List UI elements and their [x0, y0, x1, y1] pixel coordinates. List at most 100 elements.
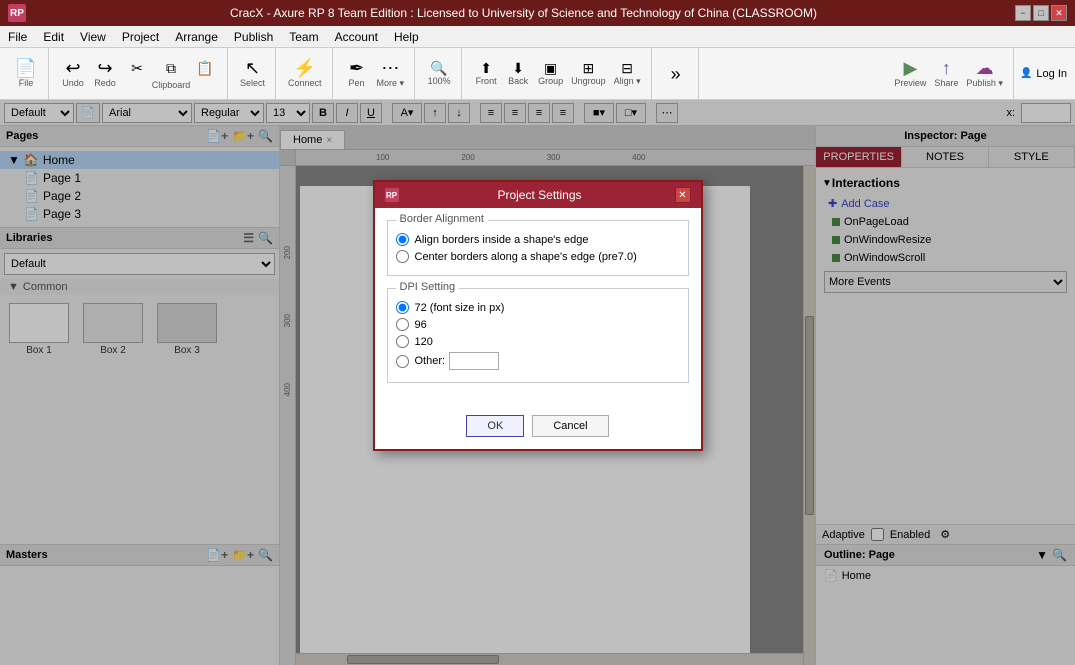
align-label: Align ▾ — [614, 76, 641, 87]
pen-group: ✒ Pen ⋯ More ▾ — [335, 48, 416, 99]
modal-overlay: RP Project Settings ✕ Border Alignment A… — [0, 100, 1075, 665]
connect-button[interactable]: ⚡ Connect — [284, 57, 326, 90]
border-radio-row-2: Center borders along a shape's edge (pre… — [396, 250, 680, 263]
dpi-section: DPI Setting 72 (font size in px) 96 120 — [387, 288, 689, 383]
dpi-other-label: Other: — [415, 355, 446, 367]
file-group: 📄 File — [4, 48, 49, 99]
minimize-button[interactable]: − — [1015, 5, 1031, 21]
share-button[interactable]: ↑ Share — [930, 57, 962, 90]
redo-label: Redo — [94, 78, 116, 88]
preview-button[interactable]: ▶ Preview — [890, 57, 930, 90]
pen-button[interactable]: ✒ Pen — [341, 57, 373, 90]
undo-label: Undo — [62, 78, 84, 88]
user-icon: 👤 — [1020, 68, 1032, 79]
menu-arrange[interactable]: Arrange — [167, 28, 226, 46]
front-button[interactable]: ⬆ Front — [470, 59, 502, 88]
new-file-icon: 📄 — [15, 59, 37, 77]
dpi-72-label: 72 (font size in px) — [415, 302, 505, 314]
back-icon: ⬇ — [512, 61, 524, 75]
dpi-title: DPI Setting — [396, 281, 460, 293]
menu-account[interactable]: Account — [327, 28, 386, 46]
menu-team[interactable]: Team — [281, 28, 326, 46]
maximize-button[interactable]: □ — [1033, 5, 1049, 21]
border-alignment-content: Align borders inside a shape's edge Cent… — [396, 233, 680, 263]
back-label: Back — [508, 76, 528, 86]
clipboard-group: ↩ Undo ↪ Redo ✂ ⧉ 📋 Clipboard — [51, 48, 228, 99]
dpi-radio-120[interactable] — [396, 335, 409, 348]
connect-group: ⚡ Connect — [278, 48, 333, 99]
menu-view[interactable]: View — [72, 28, 114, 46]
menu-help[interactable]: Help — [386, 28, 427, 46]
menu-file[interactable]: File — [0, 28, 35, 46]
paste-button[interactable]: 📋 — [189, 58, 221, 79]
pen-icon: ✒ — [349, 59, 364, 77]
file-label: File — [19, 78, 34, 88]
connect-label: Connect — [288, 78, 322, 88]
ok-button[interactable]: OK — [466, 415, 524, 437]
dpi-radio-row-120: 120 — [396, 335, 680, 348]
menubar: File Edit View Project Arrange Publish T… — [0, 26, 1075, 48]
share-label: Share — [934, 78, 958, 88]
copy-button[interactable]: ⧉ — [155, 58, 187, 79]
group-label: Group — [538, 76, 563, 86]
preview-label: Preview — [894, 78, 926, 88]
dialog-close-button[interactable]: ✕ — [675, 187, 691, 203]
group-icon: ▣ — [544, 61, 557, 75]
select-group: ↖ Select — [230, 48, 276, 99]
login-label: Log In — [1036, 68, 1067, 80]
dpi-radio-row-other: Other: 72 — [396, 352, 680, 370]
overflow-button[interactable]: » — [660, 63, 692, 85]
close-button[interactable]: ✕ — [1051, 5, 1067, 21]
ungroup-icon: ⊞ — [582, 61, 594, 75]
toolbar: 📄 File ↩ Undo ↪ Redo ✂ ⧉ 📋 Clipboard ↖ S… — [0, 48, 1075, 100]
zoom-selector[interactable]: 🔍 100% — [423, 59, 455, 88]
dpi-96-label: 96 — [415, 319, 427, 331]
dialog-title: Project Settings — [405, 188, 675, 202]
redo-button[interactable]: ↪ Redo — [89, 57, 121, 90]
border-alignment-title: Border Alignment — [396, 213, 488, 225]
ungroup-label: Ungroup — [571, 76, 606, 86]
align-button[interactable]: ⊟ Align ▾ — [610, 59, 645, 89]
border-radio-row-1: Align borders inside a shape's edge — [396, 233, 680, 246]
menu-project[interactable]: Project — [114, 28, 167, 46]
login-button[interactable]: 👤 Log In — [1016, 66, 1071, 82]
select-button[interactable]: ↖ Select — [236, 57, 269, 90]
zoom-group: 🔍 100% — [417, 48, 462, 99]
project-settings-dialog: RP Project Settings ✕ Border Alignment A… — [373, 180, 703, 451]
menu-publish[interactable]: Publish — [226, 28, 281, 46]
dpi-radio-row-96: 96 — [396, 318, 680, 331]
dialog-logo: RP — [385, 188, 399, 202]
undo-icon: ↩ — [65, 59, 80, 77]
select-icon: ↖ — [245, 59, 260, 77]
dpi-content: 72 (font size in px) 96 120 Other: 72 — [396, 301, 680, 370]
window-controls[interactable]: − □ ✕ — [1015, 5, 1067, 21]
more-tools-button[interactable]: ⋯ More ▾ — [373, 57, 409, 91]
dialog-titlebar: RP Project Settings ✕ — [375, 182, 701, 208]
dpi-radio-72[interactable] — [396, 301, 409, 314]
new-file-button[interactable]: 📄 File — [10, 57, 42, 90]
dpi-radio-row-72: 72 (font size in px) — [396, 301, 680, 314]
connect-icon: ⚡ — [294, 59, 316, 77]
cut-button[interactable]: ✂ — [121, 58, 153, 79]
border-radio-2[interactable] — [396, 250, 409, 263]
dpi-other-input[interactable]: 72 — [449, 352, 499, 370]
group-button[interactable]: ▣ Group — [534, 59, 567, 88]
redo-icon: ↪ — [97, 59, 112, 77]
title-text: CracX - Axure RP 8 Team Edition : Licens… — [32, 6, 1015, 20]
ungroup-button[interactable]: ⊞ Ungroup — [567, 59, 610, 88]
undo-button[interactable]: ↩ Undo — [57, 57, 89, 90]
select-label: Select — [240, 78, 265, 88]
menu-edit[interactable]: Edit — [35, 28, 72, 46]
more-label: More ▾ — [377, 78, 405, 89]
cancel-button[interactable]: Cancel — [532, 415, 608, 437]
publish-group: ▶ Preview ↑ Share ☁ Publish ▾ — [884, 48, 1014, 99]
front-icon: ⬆ — [480, 61, 492, 75]
preview-icon: ▶ — [903, 59, 917, 77]
dpi-radio-other[interactable] — [396, 355, 409, 368]
pen-label: Pen — [349, 78, 365, 88]
back-button[interactable]: ⬇ Back — [502, 59, 534, 88]
publish-button[interactable]: ☁ Publish ▾ — [962, 57, 1007, 91]
dpi-radio-96[interactable] — [396, 318, 409, 331]
titlebar: RP CracX - Axure RP 8 Team Edition : Lic… — [0, 0, 1075, 26]
border-radio-1[interactable] — [396, 233, 409, 246]
